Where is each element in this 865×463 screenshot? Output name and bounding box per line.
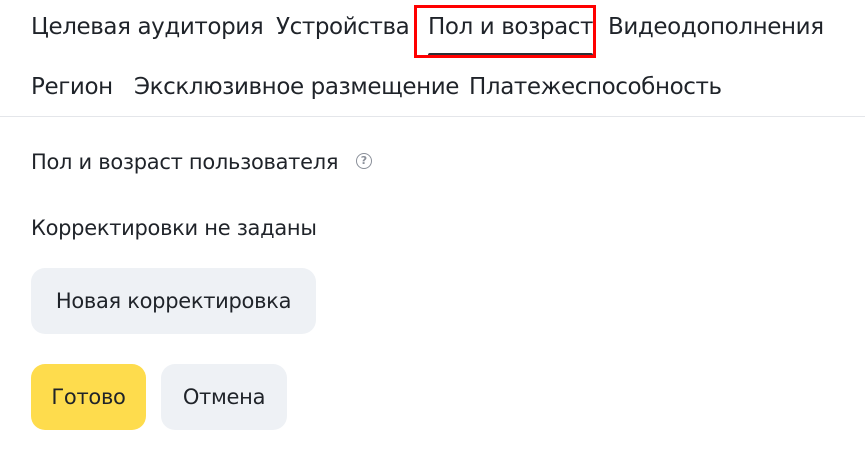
- tabs-divider: [0, 116, 865, 117]
- tab-gender-age[interactable]: Пол и возраст: [428, 7, 593, 57]
- adjustments-status: Корректировки не заданы: [31, 216, 317, 240]
- tab-devices[interactable]: Устройства: [276, 7, 410, 47]
- tabs-row-1: Целевая аудитория Устройства Пол и возра…: [0, 7, 865, 57]
- question-circle-icon[interactable]: ?: [356, 153, 372, 169]
- tabs-row-2: Регион Эксклюзивное размещение Платежесп…: [0, 67, 865, 107]
- section-title: Пол и возраст пользователя: [31, 150, 339, 174]
- tab-solvency[interactable]: Платежеспособность: [469, 67, 722, 107]
- tab-exclusive-placement[interactable]: Эксклюзивное размещение: [134, 67, 459, 107]
- tab-target-audience[interactable]: Целевая аудитория: [31, 7, 264, 47]
- tab-video-extensions[interactable]: Видеодополнения: [608, 7, 824, 47]
- tab-region[interactable]: Регион: [31, 67, 113, 107]
- done-button[interactable]: Готово: [31, 364, 146, 430]
- cancel-button[interactable]: Отмена: [161, 364, 287, 430]
- new-adjustment-button[interactable]: Новая корректировка: [31, 268, 316, 334]
